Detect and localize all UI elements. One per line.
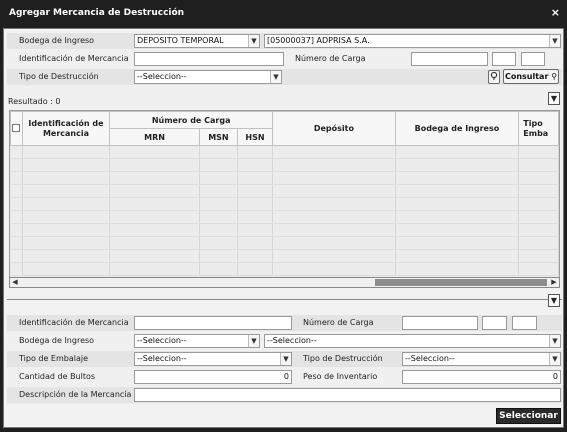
bodega-detail-value: [05000037] ADPRISA S.A. [267,36,370,45]
numero-carga-label: Número de Carga [295,54,366,63]
msn-input[interactable] [492,52,516,66]
row-bodega: Bodega de Ingreso DEPOSITO TEMPORAL ▼ [0… [7,33,562,49]
table-row [10,249,559,263]
dialog-title: Agregar Mercancia de Destrucción [9,8,185,18]
detail-msn-input[interactable] [482,316,507,330]
tipo-embalaje-select[interactable]: --Seleccion-- ▼ [134,352,292,366]
hsn-input[interactable] [521,52,545,66]
descripcion-input[interactable] [134,388,561,402]
select-all-header [10,111,23,146]
table-row [10,184,559,198]
detail-row-descripcion: Descripción de la Mercancía [7,387,562,403]
select-all-checkbox[interactable] [12,123,21,132]
scroll-right-icon[interactable]: ▶ [549,278,559,287]
chevron-down-icon: ▼ [549,335,560,347]
table-row [10,223,559,237]
detail-form: Identificación de Mercancia Número de Ca… [7,315,562,405]
chevron-down-icon: ▼ [248,335,259,347]
col-hsn[interactable]: HSN [236,128,274,146]
bodega-select[interactable]: DEPOSITO TEMPORAL ▼ [134,34,260,48]
mrn-input[interactable] [411,52,488,66]
table-row [10,145,559,159]
table-row [10,262,559,276]
detail-row-bodega: Bodega de Ingreso --Seleccion-- ▼ --Sele… [7,333,562,349]
tipo-embalaje-label: Tipo de Embalaje [19,354,89,363]
detail-row-identificacion: Identificación de Mercancia Número de Ca… [7,315,562,331]
tipo-embalaje-value: --Seleccion-- [137,354,187,363]
results-grid: Identificación de Mercancia Número de Ca… [9,110,560,288]
chevron-down-icon: ▼ [280,353,291,365]
row-identificacion: Identificación de Mercancia Número de Ca… [7,51,562,67]
chevron-down-icon: ▼ [248,35,259,47]
detail-bodega-select[interactable]: --Seleccion-- ▼ [134,334,260,348]
detail-hsn-input[interactable] [512,316,537,330]
col-mrn[interactable]: MRN [109,128,201,146]
detail-row-cantidad: Cantidad de Bultos 0 Peso de Inventario … [7,369,562,385]
results-table: Identificación de Mercancia Número de Ca… [10,111,559,276]
chevron-down-icon: ▼ [549,35,560,47]
dialog-window: Agregar Mercancia de Destrucción × Bodeg… [0,0,567,432]
scroll-left-icon[interactable]: ◀ [10,278,20,287]
bodega-label: Bodega de Ingreso [19,36,95,45]
detail-bodega-detail-value: --Seleccion-- [267,336,317,345]
dialog-body: Bodega de Ingreso DEPOSITO TEMPORAL ▼ [0… [3,28,564,428]
detail-identificacion-label: Identificación de Mercancia [19,318,129,327]
col-identificacion[interactable]: Identificación de Mercancia [21,111,111,146]
table-row [10,158,559,172]
row-tipo-destruccion: Tipo de Destrucción --Seleccion-- ▼ Cons… [7,69,562,85]
detail-bodega-value: --Seleccion-- [137,336,187,345]
descripcion-label: Descripción de la Mercancía [19,390,132,399]
detail-tipo-destruccion-select[interactable]: --Seleccion-- ▼ [402,352,561,366]
detail-identificacion-input[interactable] [134,316,292,330]
horizontal-scrollbar[interactable]: ◀ ▶ [9,277,560,288]
peso-input[interactable]: 0 [402,370,561,384]
refresh-icon[interactable] [488,70,500,84]
tipo-destruccion-label: Tipo de Destrucción [19,72,99,81]
expand-detail-icon[interactable]: ▼ [548,294,560,307]
col-msn[interactable]: MSN [199,128,238,146]
identificacion-input[interactable] [134,52,284,66]
search-icon: ⚲ [551,72,558,81]
table-row [10,236,559,250]
detail-tipo-destruccion-label: Tipo de Destrucción [303,354,383,363]
result-count: Resultado : 0 [8,97,61,106]
title-bar[interactable]: Agregar Mercancia de Destrucción × [0,0,567,28]
detail-tipo-destruccion-value: --Seleccion-- [405,354,455,363]
expand-results-icon[interactable]: ▼ [548,92,560,105]
col-tipo-embalaje[interactable]: Tipo Emba [518,111,559,146]
detail-bodega-detail-select[interactable]: --Seleccion-- ▼ [264,334,561,348]
consultar-label: Consultar [504,72,549,81]
col-bodega[interactable]: Bodega de Ingreso [394,111,520,146]
identificacion-label: Identificación de Mercancia [19,54,129,63]
section-divider [7,299,562,300]
table-row [10,197,559,211]
consultar-button[interactable]: Consultar ⚲ [503,69,559,84]
chevron-down-icon: ▼ [270,71,281,83]
peso-label: Peso de Inventario [303,372,378,381]
bodega-select-value: DEPOSITO TEMPORAL [137,36,224,45]
detail-row-embalaje: Tipo de Embalaje --Seleccion-- ▼ Tipo de… [7,351,562,367]
search-form: Bodega de Ingreso DEPOSITO TEMPORAL ▼ [0… [7,33,562,115]
detail-bodega-label: Bodega de Ingreso [19,336,95,345]
table-row [10,171,559,185]
detail-mrn-input[interactable] [402,316,478,330]
col-deposito[interactable]: Depósito [272,111,396,146]
seleccionar-button[interactable]: Seleccionar [496,408,561,424]
cantidad-label: Cantidad de Bultos [19,372,96,381]
cantidad-input[interactable]: 0 [134,370,292,384]
chevron-down-icon: ▼ [549,353,560,365]
tipo-destruccion-select[interactable]: --Seleccion-- ▼ [134,70,282,84]
close-icon[interactable]: × [551,6,560,19]
detail-numero-carga-label: Número de Carga [303,318,374,327]
scroll-thumb[interactable] [375,279,547,286]
table-row [10,210,559,224]
col-numero-carga: Número de Carga [109,111,274,129]
tipo-destruccion-value: --Seleccion-- [137,72,187,81]
bodega-detail-select[interactable]: [05000037] ADPRISA S.A. ▼ [264,34,561,48]
